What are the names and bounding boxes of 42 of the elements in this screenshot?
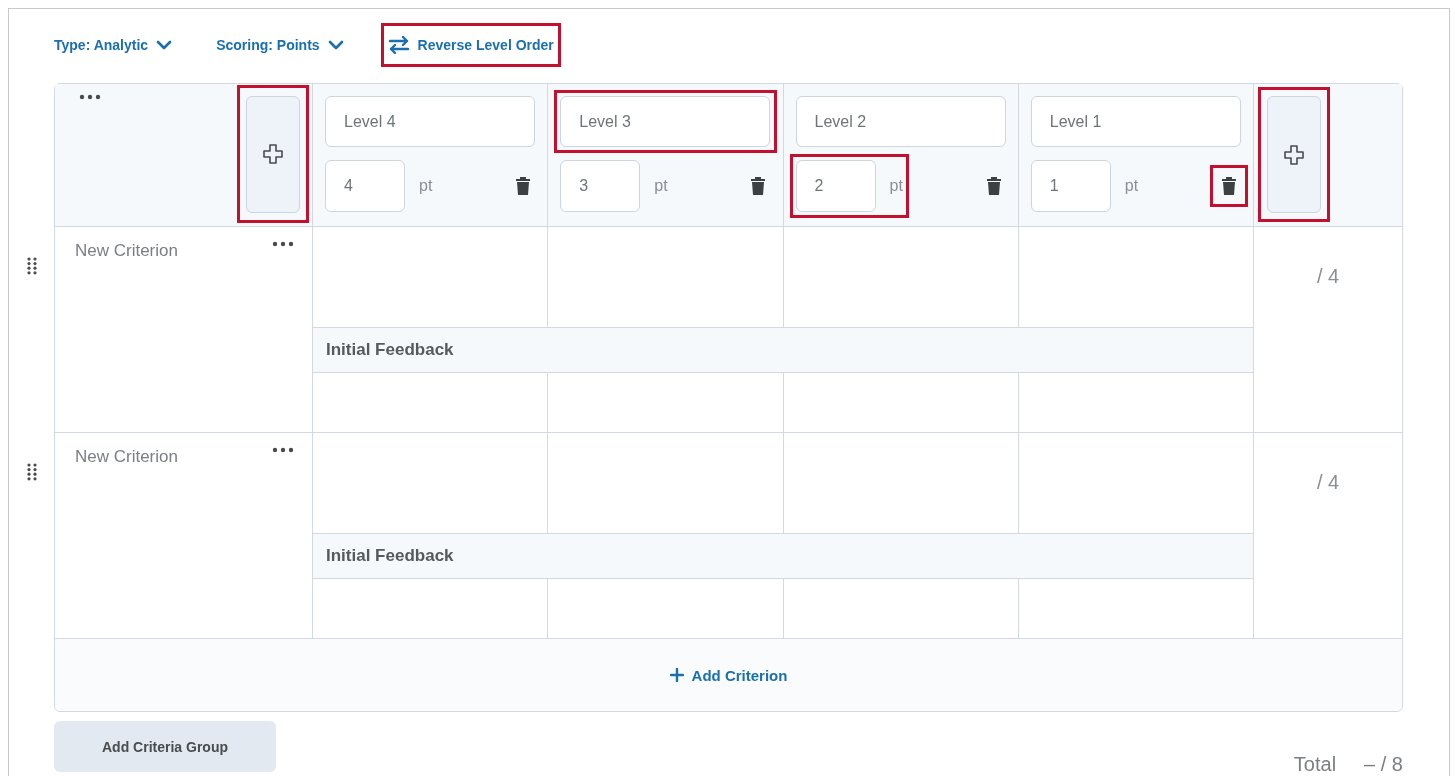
feedback-label: Initial Feedback bbox=[326, 546, 454, 566]
criterion-name[interactable]: New Criterion bbox=[75, 447, 178, 467]
more-options-icon[interactable] bbox=[79, 94, 101, 100]
criterion-score: / 4 bbox=[1316, 471, 1340, 495]
points-unit: pt bbox=[419, 177, 433, 195]
reverse-order-button[interactable]: Reverse Level Order bbox=[387, 30, 554, 60]
trash-icon bbox=[1220, 176, 1237, 196]
drag-handle-icon[interactable] bbox=[27, 257, 37, 275]
more-options-icon[interactable] bbox=[272, 447, 294, 453]
swap-arrows-icon bbox=[387, 36, 410, 54]
chevron-down-icon bbox=[327, 40, 344, 50]
dropdown-button[interactable]: Type: Analytic bbox=[54, 31, 173, 59]
total-score: – / 8 bbox=[1364, 753, 1403, 776]
add-level-button[interactable] bbox=[1267, 96, 1321, 213]
criterion-score: / 4 bbox=[1316, 265, 1340, 289]
points-field[interactable]: 3 bbox=[560, 160, 641, 212]
plus-icon bbox=[262, 143, 284, 165]
points-unit: pt bbox=[654, 177, 668, 195]
dropdown-button[interactable]: Scoring: Points bbox=[216, 31, 344, 59]
points-unit: pt bbox=[1124, 177, 1139, 195]
feedback-label: Initial Feedback bbox=[326, 340, 454, 360]
add-level-button[interactable] bbox=[246, 95, 300, 213]
level-name-field[interactable]: Level 1 bbox=[1030, 96, 1241, 147]
chevron-down-icon bbox=[156, 40, 173, 50]
points-field[interactable]: 4 bbox=[325, 160, 405, 212]
trash-icon bbox=[985, 176, 1002, 196]
drag-handle-icon[interactable] bbox=[27, 463, 37, 481]
level-name-field[interactable]: Level 3 bbox=[560, 96, 771, 147]
level-name-field[interactable]: Level 2 bbox=[795, 96, 1006, 147]
trash-icon bbox=[515, 176, 531, 196]
points-field[interactable]: 2 bbox=[795, 160, 876, 212]
add-criterion-link[interactable]: Add Criterion bbox=[663, 665, 794, 685]
plus-icon bbox=[669, 668, 684, 682]
total-label: Total bbox=[1293, 753, 1337, 776]
more-options-icon[interactable] bbox=[272, 241, 294, 247]
points-unit: pt bbox=[889, 177, 903, 195]
plus-icon bbox=[1283, 143, 1305, 166]
points-field[interactable]: 1 bbox=[1030, 160, 1111, 212]
level-name-field[interactable]: Level 4 bbox=[325, 96, 535, 147]
criterion-name[interactable]: New Criterion bbox=[75, 241, 178, 261]
add-criteria-group-button[interactable]: Add Criteria Group bbox=[54, 721, 276, 772]
trash-icon bbox=[750, 176, 767, 196]
